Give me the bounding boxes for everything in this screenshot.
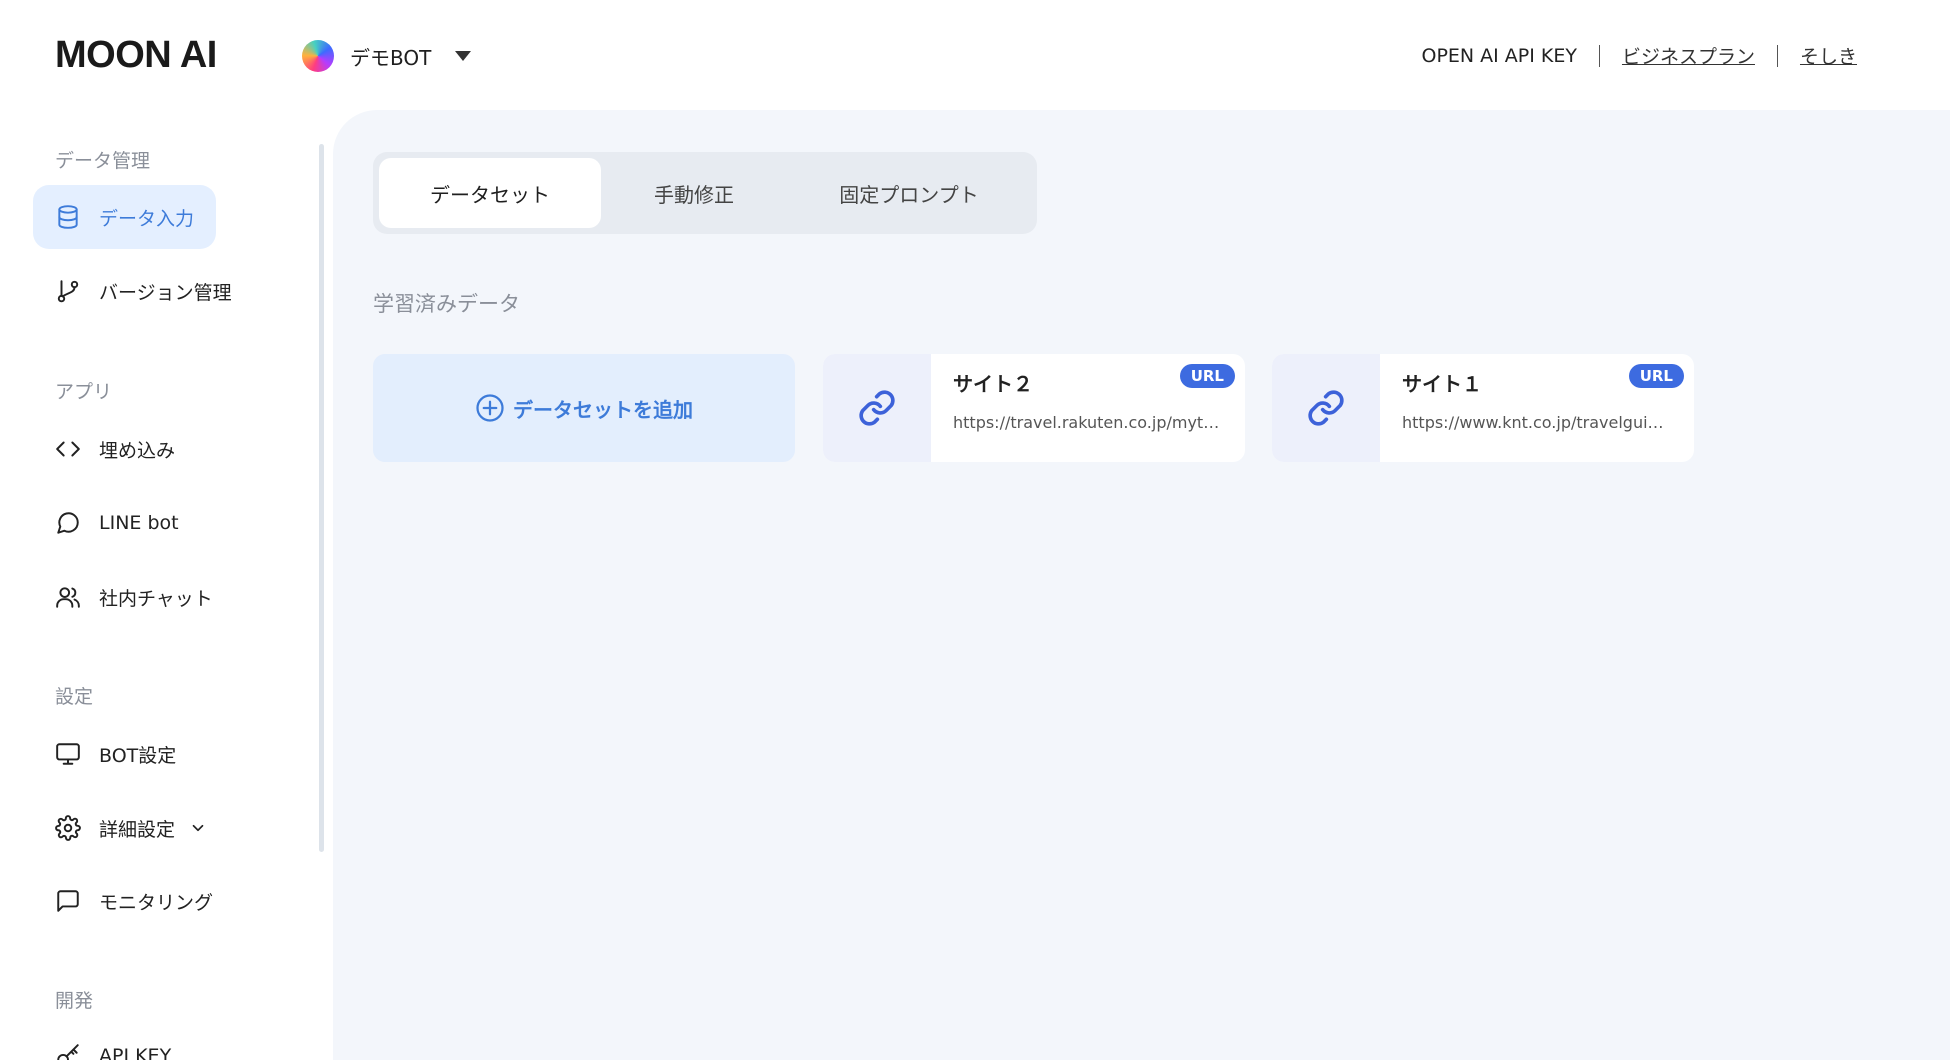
key-icon	[55, 1043, 81, 1060]
tab-manual-correction[interactable]: 手動修正	[601, 158, 787, 228]
sidebar-item-bot-settings[interactable]: BOT設定	[33, 722, 198, 786]
bot-avatar	[302, 40, 334, 72]
gear-icon	[55, 815, 81, 841]
dataset-url: https://travel.rakuten.co.jp/mytrip/rank…	[953, 413, 1223, 432]
dataset-card[interactable]: サイト２ https://travel.rakuten.co.jp/mytrip…	[823, 354, 1245, 462]
header-divider	[1776, 44, 1778, 67]
trained-data-heading: 学習済みデータ	[373, 292, 520, 316]
sidebar-item-data-input[interactable]: データ入力	[33, 185, 217, 249]
git-branch-icon	[55, 278, 81, 304]
sidebar-item-advanced-settings[interactable]: 詳細設定	[33, 796, 229, 860]
chevron-down-icon	[189, 819, 207, 837]
dataset-url: https://www.knt.co.jp/travelguide/autumn…	[1402, 413, 1672, 432]
header-divider	[1598, 44, 1600, 67]
chat-bubble-icon	[55, 510, 81, 536]
sidebar-item-label: データ入力	[99, 207, 195, 230]
sokushiki-link[interactable]: そしき	[1800, 42, 1857, 69]
sidebar-item-label: LINE bot	[99, 512, 179, 534]
section-label-apps: アプリ	[55, 381, 113, 403]
openai-api-key-link[interactable]: OPEN AI API KEY	[1421, 45, 1576, 67]
dataset-card-body: サイト１ https://www.knt.co.jp/travelguide/a…	[1380, 354, 1694, 462]
code-icon	[55, 436, 81, 462]
header-links: OPEN AI API KEY ビジネスプラン そしき	[1421, 42, 1857, 69]
sidebar-item-label: 詳細設定	[99, 818, 176, 841]
sidebar-item-label: モニタリング	[99, 891, 214, 914]
sidebar: データ管理 データ入力 バージョン管理 アプリ 埋め込み LINE bot 社内…	[0, 110, 333, 1060]
sidebar-item-line-bot[interactable]: LINE bot	[33, 491, 201, 555]
message-square-icon	[55, 888, 81, 914]
dataset-card-body: サイト２ https://travel.rakuten.co.jp/mytrip…	[931, 354, 1245, 462]
section-label-settings: 設定	[55, 686, 94, 708]
add-dataset-label: データセットを追加	[513, 397, 693, 422]
sidebar-item-label: 社内チャット	[99, 587, 213, 610]
users-icon	[55, 584, 81, 610]
sidebar-item-label: バージョン管理	[99, 281, 232, 304]
tab-bar: データセット 手動修正 固定プロンプト	[373, 152, 1037, 234]
sidebar-item-version-management[interactable]: バージョン管理	[33, 259, 254, 323]
dataset-thumb	[823, 354, 931, 462]
sidebar-item-label: BOT設定	[99, 744, 177, 767]
section-label-development: 開発	[55, 990, 94, 1012]
caret-down-icon	[455, 51, 472, 61]
tab-fixed-prompt[interactable]: 固定プロンプト	[787, 158, 1031, 228]
sidebar-item-monitoring[interactable]: モニタリング	[33, 869, 235, 933]
sidebar-item-embed[interactable]: 埋め込み	[33, 417, 197, 481]
monitor-icon	[55, 741, 81, 767]
sidebar-item-label: API KEY	[99, 1045, 172, 1060]
top-header: MOON AI デモBOT OPEN AI API KEY ビジネスプラン そし…	[0, 0, 1950, 110]
dataset-card[interactable]: サイト１ https://www.knt.co.jp/travelguide/a…	[1272, 354, 1694, 462]
add-dataset-button[interactable]: データセットを追加	[373, 354, 795, 462]
link-icon	[1308, 390, 1344, 426]
plus-circle-icon	[476, 394, 504, 422]
sidebar-item-internal-chat[interactable]: 社内チャット	[33, 565, 235, 629]
business-plan-link[interactable]: ビジネスプラン	[1622, 42, 1755, 69]
sidebar-item-label: 埋め込み	[99, 439, 176, 462]
main-content: データセット 手動修正 固定プロンプト 学習済みデータ データセットを追加 サイ…	[333, 110, 1950, 1060]
bot-name: デモBOT	[350, 45, 432, 70]
sidebar-scrollbar[interactable]	[319, 144, 324, 852]
app-logo[interactable]: MOON AI	[55, 34, 217, 77]
bot-switcher[interactable]: デモBOT	[302, 38, 472, 74]
link-icon	[859, 390, 895, 426]
tab-dataset[interactable]: データセット	[379, 158, 601, 228]
url-badge: URL	[1179, 364, 1235, 388]
dataset-thumb	[1272, 354, 1380, 462]
section-label-data-management: データ管理	[55, 150, 151, 172]
sidebar-item-api-key[interactable]: API KEY	[33, 1024, 193, 1060]
database-icon	[55, 204, 81, 230]
url-badge: URL	[1628, 364, 1684, 388]
app-root: MOON AI デモBOT OPEN AI API KEY ビジネスプラン そし…	[0, 0, 1950, 1060]
